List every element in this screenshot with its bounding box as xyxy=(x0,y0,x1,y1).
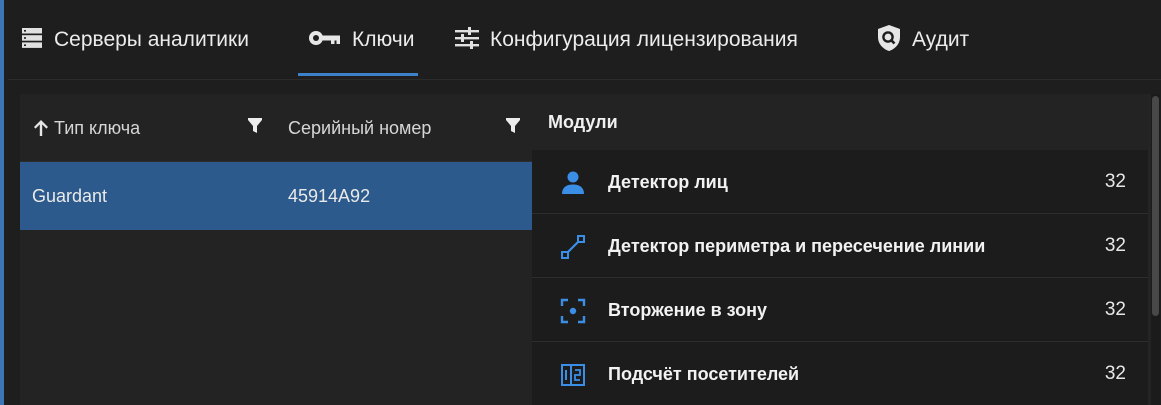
module-count: 32 xyxy=(1104,299,1126,320)
module-name: Вторжение в зону xyxy=(608,299,768,320)
cell-key-type: Guardant xyxy=(32,185,108,206)
module-name: Подсчёт посетителей xyxy=(608,363,800,384)
list-item[interactable]: Детектор лиц 32 xyxy=(532,150,1148,214)
column-label: Серийный номер xyxy=(288,117,432,138)
keys-table-header: Тип ключа Серийный номер xyxy=(20,94,532,162)
keys-content: Тип ключа Серийный номер Guardant 45914A… xyxy=(20,94,1160,405)
tab-keys[interactable]: Ключи xyxy=(298,0,419,80)
keys-table: Тип ключа Серийный номер Guardant 45914A… xyxy=(20,94,532,405)
module-count: 32 xyxy=(1104,171,1126,192)
tab-analytics-servers[interactable]: Серверы аналитики xyxy=(20,0,249,80)
tab-audit[interactable]: Аудит xyxy=(876,0,969,80)
tab-label: Ключи xyxy=(352,28,415,51)
modules-header: Модули xyxy=(532,94,1148,150)
filter-icon[interactable] xyxy=(504,116,522,136)
tab-label: Аудит xyxy=(912,28,970,51)
column-key-type[interactable]: Тип ключа xyxy=(32,94,140,162)
module-name: Детектор периметра и пересечение линии xyxy=(608,235,986,256)
column-label: Тип ключа xyxy=(54,117,141,138)
key-icon xyxy=(308,29,342,52)
modules-scrollbar[interactable] xyxy=(1151,94,1160,405)
modules-panel: Модули Детектор лиц 32 Детектор периметр… xyxy=(532,94,1148,405)
module-count: 32 xyxy=(1104,235,1126,256)
filter-icon[interactable] xyxy=(246,116,264,136)
app-window: Серверы аналитики Ключи Конфигурация лиц… xyxy=(0,0,1161,405)
visitor-counter-icon xyxy=(560,362,586,388)
zone-intrusion-icon xyxy=(560,298,586,324)
cell-serial-number: 45914A92 xyxy=(288,185,371,206)
module-count: 32 xyxy=(1104,363,1126,384)
shield-search-icon xyxy=(876,24,902,57)
column-serial-number[interactable]: Серийный номер xyxy=(288,94,431,162)
module-name: Детектор лиц xyxy=(608,171,728,192)
tab-label: Конфигурация лицензирования xyxy=(490,28,798,51)
scrollbar-thumb[interactable] xyxy=(1152,96,1159,316)
tab-bar: Серверы аналитики Ключи Конфигурация лиц… xyxy=(8,0,1161,80)
line-crossing-icon xyxy=(560,234,586,260)
sort-ascending-icon xyxy=(32,119,50,137)
server-icon xyxy=(20,26,44,55)
person-icon xyxy=(560,170,586,196)
tab-label: Серверы аналитики xyxy=(54,28,249,51)
table-row[interactable]: Guardant 45914A92 xyxy=(20,162,532,230)
list-item[interactable]: Вторжение в зону 32 xyxy=(532,278,1148,342)
list-item[interactable]: Детектор периметра и пересечение линии 3… xyxy=(532,214,1148,278)
sliders-icon xyxy=(454,26,480,55)
tab-licensing-config[interactable]: Конфигурация лицензирования xyxy=(454,0,798,80)
list-item[interactable]: Подсчёт посетителей 32 xyxy=(532,342,1148,405)
